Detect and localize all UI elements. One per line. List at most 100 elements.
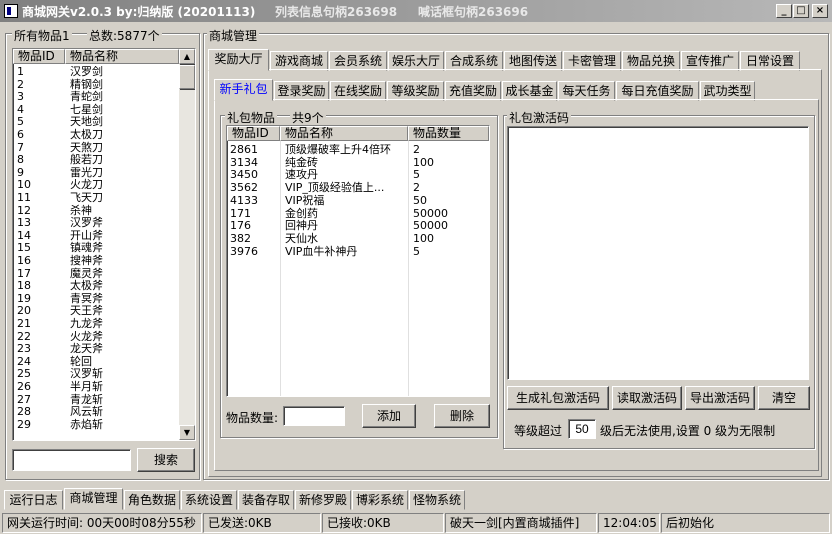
- sub-tab-5[interactable]: 成长基金: [502, 81, 557, 101]
- item-quantity-input[interactable]: [283, 406, 345, 426]
- top-tab-4[interactable]: 合成系统: [445, 51, 503, 71]
- list-item[interactable]: 6 太极刀: [15, 129, 177, 142]
- item-name: 开山斧: [70, 228, 103, 242]
- table-row[interactable]: 2861 顶级爆破率上升4倍环 2: [229, 144, 487, 157]
- sub-tab-2[interactable]: 在线奖励: [330, 81, 386, 101]
- top-tab-0[interactable]: 奖励大厅: [208, 49, 269, 71]
- item-id: 16: [17, 254, 31, 267]
- list-item[interactable]: 1 汉罗剑: [15, 66, 177, 79]
- list-item[interactable]: 16 搜神斧: [15, 255, 177, 268]
- scroll-thumb[interactable]: [179, 65, 195, 89]
- top-tab-7[interactable]: 物品兑换: [622, 51, 680, 71]
- item-id: 11: [17, 191, 31, 204]
- level-limit-input[interactable]: [568, 419, 596, 439]
- maximize-button[interactable]: □: [793, 4, 809, 18]
- item-id: 26: [17, 380, 31, 393]
- title-bar: 商城网关v2.0.3 by:归纳版 (20201113) 列表信息句柄26369…: [0, 0, 832, 22]
- item-name: 风云斩: [70, 405, 103, 419]
- bottom-tab-0[interactable]: 运行日志: [4, 490, 63, 510]
- bottom-tab-3[interactable]: 系统设置: [181, 490, 237, 510]
- list-item[interactable]: 8 般若刀: [15, 154, 177, 167]
- item-id: 18: [17, 279, 31, 293]
- top-tab-6[interactable]: 卡密管理: [563, 51, 621, 71]
- bottom-tab-6[interactable]: 博彩系统: [352, 490, 408, 510]
- table-row[interactable]: 4133 VIP祝福 50: [229, 193, 487, 208]
- clear-button[interactable]: 清空: [758, 386, 810, 410]
- gift-item-name: VIP祝福: [285, 193, 325, 207]
- table-row[interactable]: 382 天仙水 100: [229, 232, 487, 246]
- scroll-down-arrow-icon[interactable]: ▼: [179, 425, 195, 440]
- scroll-up-arrow-icon[interactable]: ▲: [179, 49, 195, 64]
- item-name: 杀神: [70, 203, 92, 217]
- item-id: 13: [17, 216, 31, 230]
- list-item[interactable]: 21 九龙斧: [15, 318, 177, 331]
- gift-column-header-qty[interactable]: 物品数量: [408, 126, 489, 141]
- all-items-list[interactable]: 物品ID 物品名称 1 汉罗剑 2 精钢剑 3 青蛇剑 4 七星剑 5 天地剑 6 太极刀 7 天煞刀 8 般…: [12, 48, 196, 441]
- gift-column-header-name[interactable]: 物品名称: [280, 126, 408, 141]
- bottom-tab-4[interactable]: 装备存取: [238, 490, 294, 510]
- close-button[interactable]: ×: [812, 4, 828, 18]
- app-icon: [4, 4, 18, 18]
- title-info-list-handle: 列表信息句柄263698: [275, 5, 398, 19]
- top-tab-9[interactable]: 日常设置: [740, 51, 800, 71]
- list-scrollbar[interactable]: ▲ ▼: [179, 49, 195, 440]
- gift-items-list[interactable]: 物品ID 物品名称 物品数量 2861 顶级爆破率上升4倍环 2 3134 纯金砖 100…: [226, 125, 490, 397]
- bottom-tab-5[interactable]: 新修罗殿: [295, 490, 351, 510]
- list-item[interactable]: 11 飞天刀: [15, 192, 177, 205]
- gift-item-qty: 50000: [413, 219, 448, 233]
- table-row[interactable]: 171 金创药 50000: [229, 206, 487, 221]
- bottom-tab-1[interactable]: 商城管理: [64, 488, 123, 510]
- column-header-item-id[interactable]: 物品ID: [13, 49, 65, 64]
- top-tab-3[interactable]: 娱乐大厅: [388, 51, 444, 71]
- table-row[interactable]: 3976 VIP血牛补神丹 5: [229, 245, 487, 259]
- top-tab-5[interactable]: 地图传送: [504, 51, 562, 71]
- sub-tab-4[interactable]: 充值奖励: [445, 81, 501, 101]
- list-item[interactable]: 28 风云斩: [15, 406, 177, 419]
- bottom-tab-7[interactable]: 怪物系统: [409, 490, 465, 510]
- list-item[interactable]: 29 赤焰斩: [15, 418, 177, 432]
- gift-item-name: 金创药: [285, 206, 318, 220]
- status-init: 后初始化: [661, 513, 830, 533]
- item-id: 24: [17, 354, 31, 368]
- delete-button[interactable]: 删除: [434, 404, 490, 428]
- item-name: 青龙斩: [70, 392, 103, 406]
- list-item[interactable]: 13 汉罗斧: [15, 217, 177, 230]
- gift-item-id: 3450: [230, 168, 258, 182]
- shop-management-label: 商城管理: [207, 27, 260, 44]
- sub-tab-7[interactable]: 每日充值奖励: [616, 81, 699, 101]
- read-activation-code-button[interactable]: 读取激活码: [612, 386, 682, 410]
- add-button[interactable]: 添加: [362, 404, 416, 428]
- item-id: 25: [17, 367, 31, 381]
- list-item[interactable]: 26 半月斩: [15, 381, 177, 394]
- status-runtime: 网关运行时间: 00天00时08分55秒: [2, 513, 202, 533]
- item-id: 4: [17, 102, 24, 116]
- gift-column-header-id[interactable]: 物品ID: [227, 126, 280, 141]
- table-row[interactable]: 176 回神丹 50000: [229, 220, 487, 233]
- sub-tab-3[interactable]: 等级奖励: [387, 81, 444, 101]
- sub-tab-1[interactable]: 登录奖励: [274, 81, 329, 101]
- list-item[interactable]: 3 青蛇剑: [15, 91, 177, 104]
- bottom-tab-2[interactable]: 角色数据: [124, 490, 180, 510]
- all-items-group-label: 所有物品1: [12, 27, 72, 44]
- list-item[interactable]: 18 太极斧: [15, 280, 177, 293]
- item-id: 14: [17, 228, 31, 242]
- column-header-item-name[interactable]: 物品名称: [65, 49, 179, 64]
- top-tab-1[interactable]: 游戏商城: [270, 51, 328, 71]
- generate-activation-code-button[interactable]: 生成礼包激活码: [507, 386, 609, 410]
- top-tab-8[interactable]: 宣传推广: [681, 51, 739, 71]
- sub-tab-6[interactable]: 每天任务: [558, 81, 615, 101]
- item-name: 青冥斧: [70, 291, 103, 305]
- table-row[interactable]: 3134 纯金砖 100: [229, 156, 487, 170]
- sub-tab-8[interactable]: 武功类型: [700, 81, 755, 101]
- item-search-input[interactable]: [12, 449, 131, 471]
- table-row[interactable]: 3562 VIP_顶级经验值上... 2: [229, 182, 487, 195]
- list-item[interactable]: 23 龙天斧: [15, 343, 177, 356]
- gift-item-qty: 2: [413, 181, 420, 195]
- sub-tab-0[interactable]: 新手礼包: [214, 79, 273, 101]
- export-activation-code-button[interactable]: 导出激活码: [685, 386, 755, 410]
- top-tab-2[interactable]: 会员系统: [329, 51, 387, 71]
- activation-code-textarea[interactable]: [507, 126, 809, 380]
- minimize-button[interactable]: _: [776, 4, 792, 18]
- item-id: 8: [17, 153, 24, 167]
- search-button[interactable]: 搜索: [137, 448, 195, 472]
